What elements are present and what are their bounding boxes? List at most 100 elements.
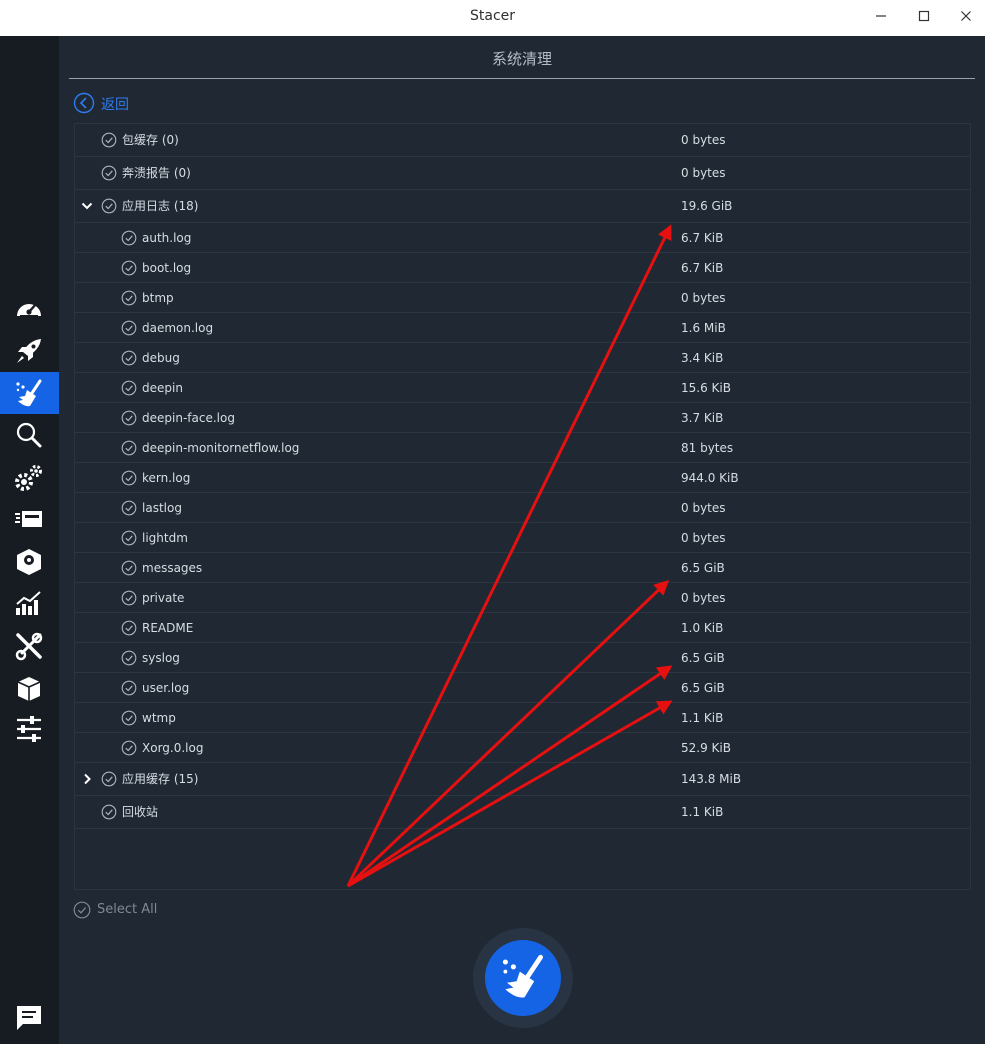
tree-row-child[interactable]: lightdm 0 bytes xyxy=(75,523,970,553)
minimize-button[interactable] xyxy=(865,3,897,29)
tree-row-label: lastlog xyxy=(142,501,182,515)
tree-row-child[interactable]: daemon.log 1.6 MiB xyxy=(75,313,970,343)
tree-row-label: user.log xyxy=(142,681,190,695)
clean-button-ring xyxy=(473,928,573,1028)
clean-button[interactable] xyxy=(485,940,561,1016)
check-icon[interactable] xyxy=(121,440,137,456)
check-icon[interactable] xyxy=(121,410,137,426)
maximize-button[interactable] xyxy=(908,3,940,29)
minimize-icon xyxy=(876,15,886,17)
tree-row-label: 应用缓存 (15) xyxy=(122,772,199,786)
chart-icon xyxy=(16,591,41,615)
close-button[interactable] xyxy=(950,3,982,29)
check-icon[interactable] xyxy=(121,320,137,336)
sidebar-item-feedback[interactable] xyxy=(0,996,59,1038)
tree-row-size: 0 bytes xyxy=(681,166,726,180)
sidebar-item-settings[interactable] xyxy=(0,708,59,750)
check-icon[interactable] xyxy=(121,350,137,366)
check-icon[interactable] xyxy=(121,500,137,516)
tree-row-size: 6.5 GiB xyxy=(681,681,725,695)
check-icon[interactable] xyxy=(121,230,137,246)
tree-row-child[interactable]: user.log 6.5 GiB xyxy=(75,673,970,703)
check-icon[interactable] xyxy=(121,740,137,756)
tree-row-size: 1.1 KiB xyxy=(681,805,724,819)
tree-row-child[interactable]: Xorg.0.log 52.9 KiB xyxy=(75,733,970,763)
check-icon[interactable] xyxy=(121,260,137,276)
tree-row-child[interactable]: private 0 bytes xyxy=(75,583,970,613)
check-icon[interactable] xyxy=(121,470,137,486)
tree-row-label: deepin xyxy=(142,381,183,395)
tree-row-size: 0 bytes xyxy=(681,501,726,515)
check-icon[interactable] xyxy=(101,165,117,181)
tree-row-child[interactable]: deepin-monitornetflow.log 81 bytes xyxy=(75,433,970,463)
check-icon[interactable] xyxy=(101,198,117,214)
check-icon[interactable] xyxy=(101,771,117,787)
chevron-right-icon[interactable] xyxy=(81,773,93,785)
sidebar-item-processes[interactable] xyxy=(0,498,59,540)
tree-row-child[interactable]: boot.log 6.7 KiB xyxy=(75,253,970,283)
check-icon[interactable] xyxy=(121,650,137,666)
title-bar: Stacer xyxy=(0,0,985,36)
tree-row-label: private xyxy=(142,591,185,605)
tree-row-size: 1.0 KiB xyxy=(681,621,724,635)
check-icon[interactable] xyxy=(121,680,137,696)
tree-row-app-logs[interactable]: 应用日志 (18) 19.6 GiB xyxy=(75,190,970,223)
tree-row-label: 奔溃报告 (0) xyxy=(122,166,191,180)
sidebar-item-startup[interactable] xyxy=(0,330,59,372)
check-icon[interactable] xyxy=(121,620,137,636)
sidebar-item-services[interactable] xyxy=(0,456,59,498)
box-icon xyxy=(17,677,41,701)
sidebar-item-cleaner[interactable] xyxy=(0,372,59,414)
check-icon[interactable] xyxy=(101,804,117,820)
tree-row-child[interactable]: deepin 15.6 KiB xyxy=(75,373,970,403)
check-icon[interactable] xyxy=(121,290,137,306)
tree-row-trash[interactable]: 回收站 1.1 KiB xyxy=(75,796,970,829)
tree-row-package-cache[interactable]: 包缓存 (0) 0 bytes xyxy=(75,124,970,157)
check-icon[interactable] xyxy=(121,380,137,396)
check-icon[interactable] xyxy=(121,560,137,576)
check-icon[interactable] xyxy=(101,132,117,148)
tree-row-size: 3.4 KiB xyxy=(681,351,724,365)
tree-row-child[interactable]: debug 3.4 KiB xyxy=(75,343,970,373)
check-icon[interactable] xyxy=(121,590,137,606)
sidebar-item-search[interactable] xyxy=(0,414,59,456)
tree-row-child[interactable]: btmp 0 bytes xyxy=(75,283,970,313)
tree-row-label: Xorg.0.log xyxy=(142,741,204,755)
tree-row-child[interactable]: README 1.0 KiB xyxy=(75,613,970,643)
tree-row-size: 6.7 KiB xyxy=(681,231,724,245)
tree-row-label: wtmp xyxy=(142,711,176,725)
tree-row-app-cache[interactable]: 应用缓存 (15) 143.8 MiB xyxy=(75,763,970,796)
sidebar-item-dashboard[interactable] xyxy=(0,288,59,330)
tree-row-child[interactable]: kern.log 944.0 KiB xyxy=(75,463,970,493)
feedback-icon xyxy=(17,1006,41,1030)
tree-row-size: 6.5 GiB xyxy=(681,651,725,665)
close-icon xyxy=(961,11,971,21)
tree-row-label: 包缓存 (0) xyxy=(122,133,179,147)
tree-row-child[interactable]: lastlog 0 bytes xyxy=(75,493,970,523)
check-icon[interactable] xyxy=(121,710,137,726)
tree-row-child[interactable]: messages 6.5 GiB xyxy=(75,553,970,583)
chevron-down-icon[interactable] xyxy=(81,200,93,212)
select-all-label: Select All xyxy=(97,902,158,917)
tree-row-child[interactable]: deepin-face.log 3.7 KiB xyxy=(75,403,970,433)
speedometer-icon xyxy=(17,303,41,317)
sidebar-item-helpers[interactable] xyxy=(0,624,59,666)
sidebar-item-apt[interactable] xyxy=(0,666,59,708)
tree-row-label: kern.log xyxy=(142,471,191,485)
tree-row-label: messages xyxy=(142,561,203,575)
maximize-icon xyxy=(918,10,930,22)
tree-row-size: 0 bytes xyxy=(681,591,726,605)
tree-row-child[interactable]: syslog 6.5 GiB xyxy=(75,643,970,673)
tree-row-crash-reports[interactable]: 奔溃报告 (0) 0 bytes xyxy=(75,157,970,190)
tree-row-label: daemon.log xyxy=(142,321,214,335)
check-icon[interactable] xyxy=(121,530,137,546)
tree-row-child[interactable]: auth.log 6.7 KiB xyxy=(75,223,970,253)
tree-row-child[interactable]: wtmp 1.1 KiB xyxy=(75,703,970,733)
broom-icon xyxy=(502,954,543,998)
sidebar-item-uninstaller[interactable] xyxy=(0,540,59,582)
tree-row-size: 52.9 KiB xyxy=(681,741,731,755)
tree-row-label: deepin-monitornetflow.log xyxy=(142,441,300,455)
sidebar-item-resources[interactable] xyxy=(0,582,59,624)
window-title: Stacer xyxy=(469,8,516,24)
tree-row-label: README xyxy=(142,621,194,635)
